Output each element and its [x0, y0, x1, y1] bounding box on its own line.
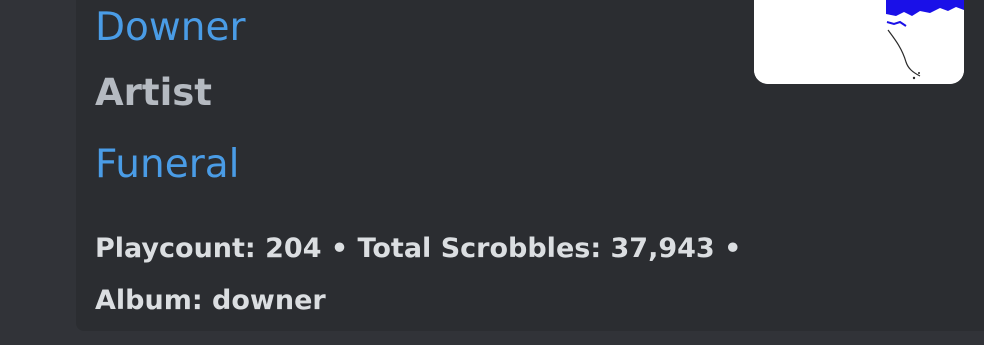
- field-name: Artist: [95, 71, 212, 114]
- track-link[interactable]: Downer: [95, 8, 246, 47]
- artist-link[interactable]: Funeral: [95, 145, 240, 184]
- embed-footer-text: Playcount: 204 • Total Scrobbles: 37,943…: [95, 233, 742, 316]
- album-cover-thumbnail[interactable]: [754, 0, 964, 84]
- embed-card: Downer Artist Funeral Playcount: 204 • T…: [76, 0, 984, 331]
- album-cover-art-icon: [754, 0, 964, 84]
